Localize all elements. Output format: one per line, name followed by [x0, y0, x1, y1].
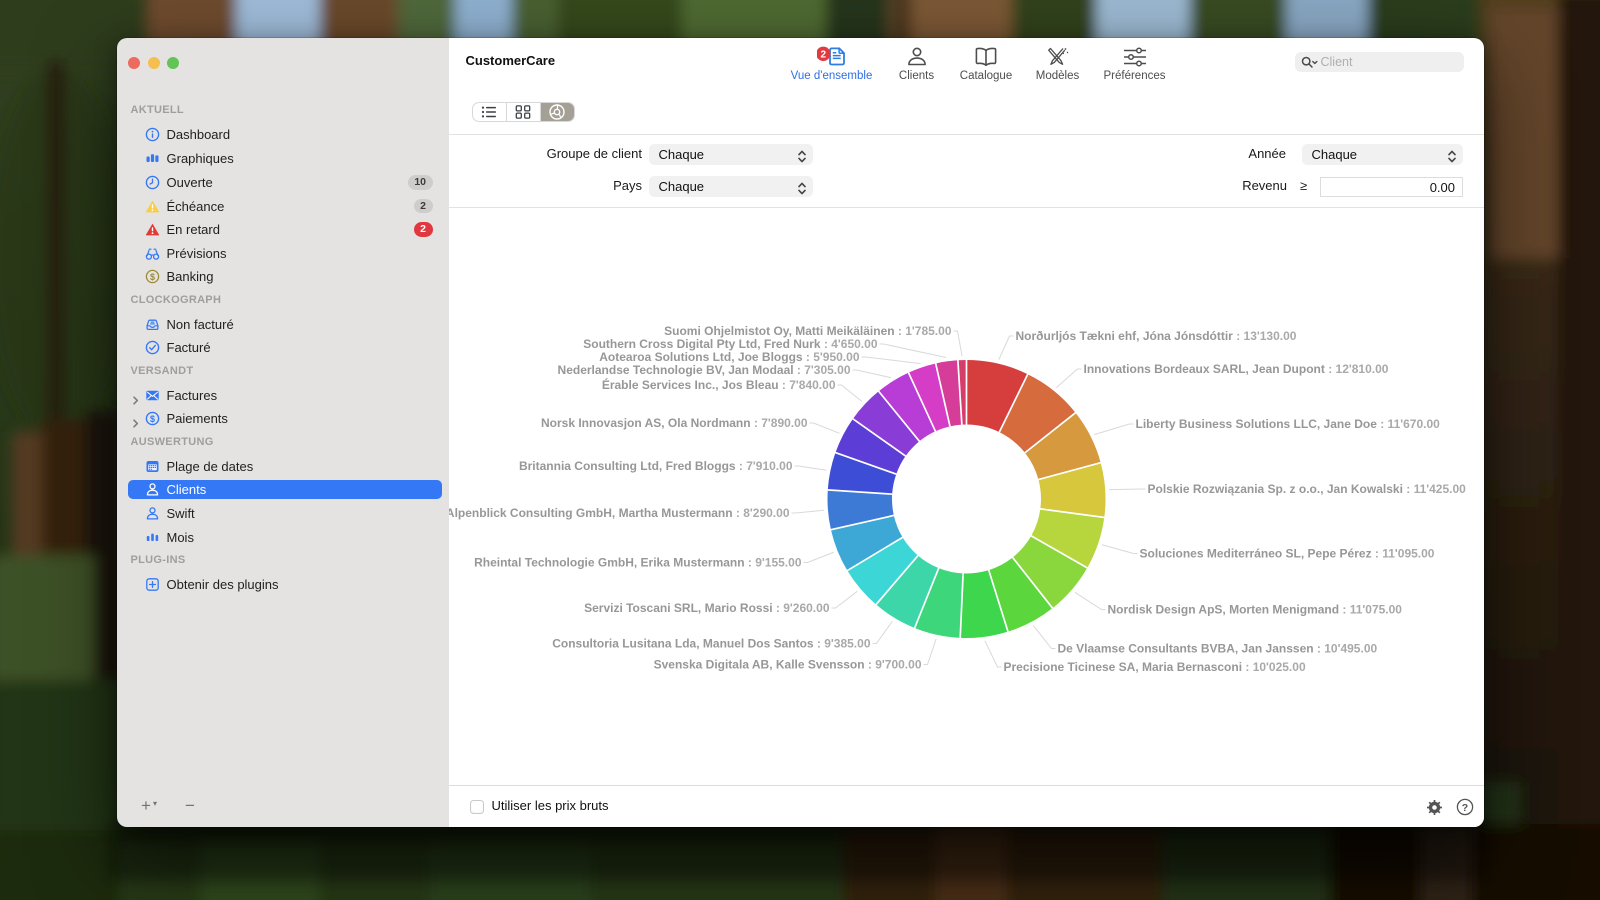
svg-text:Nederlandse Technologie BV, Ja: Nederlandse Technologie BV, Jan Modaal :… — [558, 363, 851, 377]
svg-text:?: ? — [1461, 802, 1467, 814]
svg-text:De Vlaamse Consultants BVBA, J: De Vlaamse Consultants BVBA, Jan Janssen… — [1058, 642, 1378, 656]
svg-text:Nordisk Design ApS, Morten Men: Nordisk Design ApS, Morten Menigmand : 1… — [1108, 603, 1403, 617]
svg-text:Liberty Business Solutions LLC: Liberty Business Solutions LLC, Jane Doe… — [1136, 417, 1441, 431]
svg-text:Érable Services Inc., Jos Blea: Érable Services Inc., Jos Bleau : 7'840.… — [602, 377, 836, 392]
svg-text:Svenska Digitala AB, Kalle Sve: Svenska Digitala AB, Kalle Svensson : 9'… — [654, 658, 922, 672]
svg-text:Norsk Innovasjon AS, Ola Nordm: Norsk Innovasjon AS, Ola Nordmann : 7'89… — [541, 416, 808, 430]
svg-text:Britannia Consulting Ltd, Fred: Britannia Consulting Ltd, Fred Bloggs : … — [519, 459, 793, 473]
svg-text:Polskie Rozwiązania Sp. z o.o.: Polskie Rozwiązania Sp. z o.o., Jan Kowa… — [1148, 482, 1467, 496]
svg-text:Alpenblick Consulting GmbH, Ma: Alpenblick Consulting GmbH, Martha Muste… — [449, 506, 790, 520]
svg-text:Aotearoa Solutions Ltd, Joe Bl: Aotearoa Solutions Ltd, Joe Bloggs : 5'9… — [599, 350, 860, 364]
svg-text:Servizi Toscani SRL, Mario Ros: Servizi Toscani SRL, Mario Rossi : 9'260… — [584, 601, 830, 615]
svg-text:Consultoria Lusitana Lda, Manu: Consultoria Lusitana Lda, Manuel Dos San… — [552, 637, 871, 651]
svg-text:Suomi Ohjelmistot Oy, Matti Me: Suomi Ohjelmistot Oy, Matti Meikäläinen … — [664, 324, 952, 338]
svg-text:Norðurljós Tækni ehf, Jóna Jón: Norðurljós Tækni ehf, Jóna Jónsdóttir : … — [1016, 329, 1297, 343]
svg-text:Southern Cross Digital Pty Ltd: Southern Cross Digital Pty Ltd, Fred Nur… — [583, 337, 878, 351]
svg-text:$: $ — [149, 414, 154, 424]
svg-text:Innovations Bordeaux SARL, Jea: Innovations Bordeaux SARL, Jean Dupont :… — [1084, 362, 1389, 376]
svg-text:Rheintal Technologie GmbH, Eri: Rheintal Technologie GmbH, Erika Musterm… — [474, 556, 802, 570]
svg-text:Soluciones Mediterráneo SL, Pe: Soluciones Mediterráneo SL, Pepe Pérez :… — [1140, 547, 1435, 561]
svg-text:$: $ — [149, 272, 154, 282]
svg-text:Precisione Ticinese SA, Maria: Precisione Ticinese SA, Maria Bernasconi… — [1004, 660, 1306, 674]
